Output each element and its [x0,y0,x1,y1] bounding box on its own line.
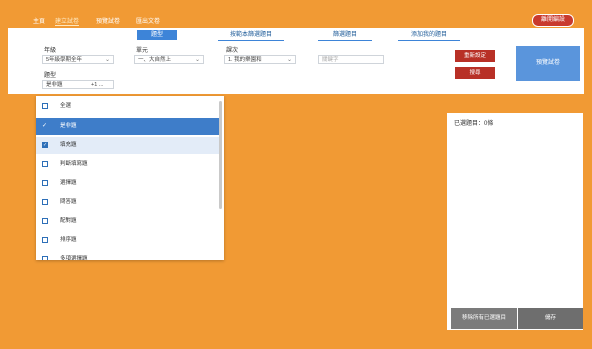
remove-all-selected-button[interactable]: 移除所有已選題目 [451,308,517,329]
crumb-preview-paper[interactable]: 預覽試卷 [96,16,120,25]
checkbox-icon[interactable] [42,237,48,243]
keyword-input[interactable]: 關鍵字 [318,55,384,64]
dropdown-item-select-all[interactable]: 全選 [36,98,219,115]
search-button[interactable]: 搜尋 [455,67,495,79]
dropdown-item-label: 問答題 [60,199,77,205]
dropdown-item-multiple-choice[interactable]: 選擇題 [36,175,219,192]
crumb-export-paper[interactable]: 匯出文卷 [136,16,160,25]
question-type-select[interactable]: 是非題 +1 ... [42,80,114,89]
dropdown-item-label: 配對題 [60,218,77,224]
checkbox-icon[interactable] [42,218,48,224]
tab-question-type[interactable]: 題型 [137,30,177,40]
lesson-label: 課次 [226,48,239,54]
dropdown-scrollbar[interactable] [219,101,222,209]
unit-select-value: 一、大自然上 [138,57,172,63]
question-type-more-count: +1 ... [91,82,104,88]
dropdown-item-label: 填充題 [60,142,77,148]
dropdown-item-ordering[interactable]: 排序題 [36,232,219,249]
check-icon: ✓ [42,123,48,129]
dropdown-item-label: 全選 [60,103,72,109]
tab-add-my-questions[interactable]: 添加我的題目 [398,30,460,41]
dropdown-item-label: 是非題 [60,123,77,129]
unit-select[interactable]: 一、大自然上 ⌄ [134,55,204,64]
reset-button[interactable]: 重新設定 [455,50,495,62]
grade-select-value: 5年級學期全年 [46,57,83,63]
unit-label: 單元 [136,48,149,54]
selected-questions-panel [447,113,583,330]
dropdown-item-label: 選擇題 [60,180,77,186]
checkbox-checked-icon[interactable] [42,137,48,154]
question-type-value: 是非題 [46,82,63,88]
preview-paper-button[interactable]: 預覽試卷 [516,46,580,81]
dropdown-item-label: 判斷填寫題 [60,161,88,167]
checkbox-icon[interactable] [42,256,48,260]
checkbox-icon[interactable] [42,180,48,186]
question-type-label: 題型 [44,73,57,79]
tab-filter-by-template[interactable]: 按範本篩選題目 [218,30,284,41]
checkbox-icon[interactable] [42,161,48,167]
grade-label: 年級 [44,48,57,54]
checkbox-icon[interactable] [42,199,48,205]
lesson-select[interactable]: 1. 我的樂園和 ⌄ [224,55,296,64]
dropdown-item-matching[interactable]: 配對題 [36,213,219,230]
crumb-home[interactable]: 主頁 [33,16,45,25]
top-nav-bar [0,0,592,28]
chevron-down-icon: ⌄ [104,57,110,63]
tab-filter-questions[interactable]: 篩選題目 [318,30,372,41]
keyword-placeholder: 關鍵字 [322,57,339,63]
dropdown-item-label: 多項選擇題 [60,256,88,260]
checkbox-icon[interactable] [42,103,48,109]
crumb-create-paper[interactable]: 建立試卷 [55,16,80,26]
dropdown-item-fill-blank[interactable]: 填充題 [36,137,219,154]
grade-select[interactable]: 5年級學期全年 ⌄ [42,55,114,64]
selected-count-label: 已選題目：0條 [454,121,494,127]
dropdown-item-label: 排序題 [60,237,77,243]
dropdown-item-true-false[interactable]: ✓ 是非題 [36,118,219,135]
dropdown-item-short-answer[interactable]: 問答題 [36,194,219,211]
lesson-select-value: 1. 我的樂園和 [228,57,262,63]
chevron-down-icon: ⌄ [286,57,292,63]
save-button[interactable]: 儲存 [518,308,583,329]
dropdown-item-multi-select[interactable]: 多項選擇題 [36,251,219,260]
dropdown-item-judge-fill[interactable]: 判斷填寫題 [36,156,219,173]
question-type-dropdown: 全選 ✓ 是非題 填充題 判斷填寫題 選擇題 問答題 配對題 排序題 多項選擇題 [36,96,224,260]
chevron-down-icon: ⌄ [194,57,200,63]
exit-editor-button[interactable]: 離開編設 [532,14,574,27]
